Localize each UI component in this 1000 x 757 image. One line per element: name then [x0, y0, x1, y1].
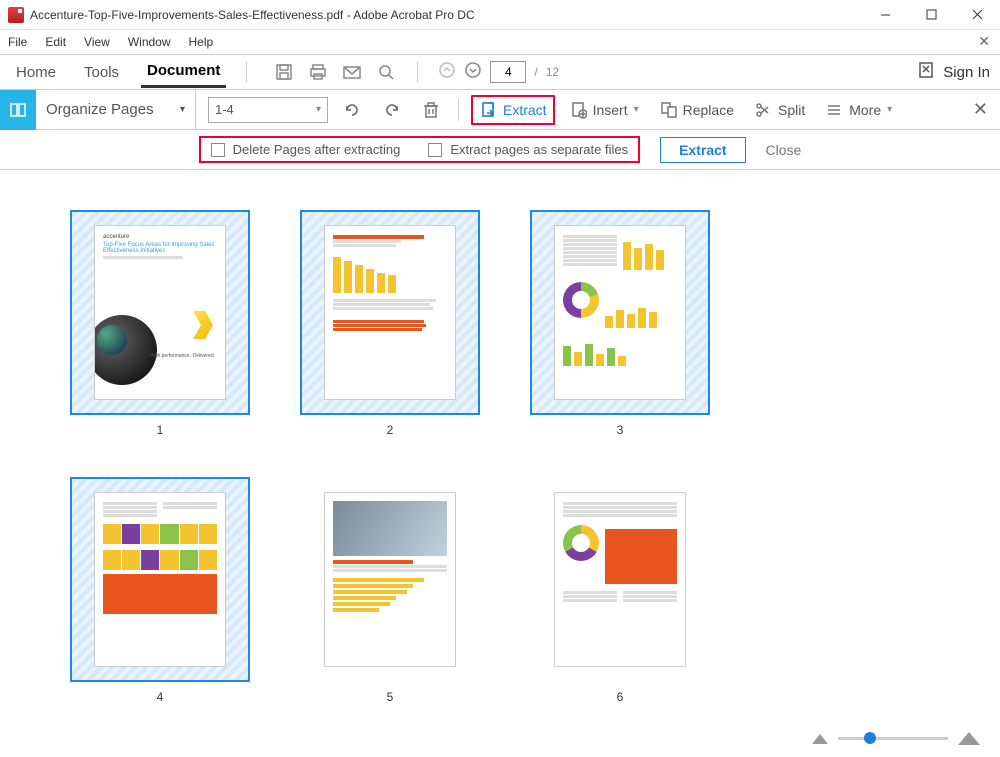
zoom-in-icon[interactable] — [958, 732, 980, 745]
caret-down-icon: ▾ — [180, 104, 185, 115]
extract-options-group: Delete Pages after extracting Extract pa… — [199, 136, 640, 163]
split-label: Split — [778, 102, 805, 118]
page-thumb-4[interactable]: 4 — [70, 477, 250, 704]
more-icon — [825, 101, 843, 119]
organize-toolbar: Organize Pages ▾ 1-4 ▾ Extract Insert ▾ … — [0, 90, 1000, 130]
tab-tools[interactable]: Tools — [78, 58, 125, 87]
divider — [458, 99, 459, 121]
page-navigation: / 12 — [438, 61, 559, 84]
replace-icon — [659, 101, 677, 119]
page-number: 5 — [387, 690, 394, 704]
organize-pages-dropdown[interactable]: Organize Pages ▾ — [36, 90, 196, 130]
caret-down-icon: ▾ — [316, 104, 321, 115]
maximize-button[interactable] — [908, 0, 954, 29]
more-button[interactable]: More ▾ — [819, 97, 898, 123]
separate-files-label: Extract pages as separate files — [450, 142, 628, 157]
page-number: 1 — [157, 423, 164, 437]
window-controls — [862, 0, 1000, 29]
menubar-close-icon[interactable]: ✕ — [978, 33, 990, 50]
insert-button[interactable]: Insert ▾ — [563, 97, 645, 123]
range-value: 1-4 — [215, 102, 234, 117]
delete-after-label: Delete Pages after extracting — [233, 142, 401, 157]
extract-button[interactable]: Extract — [471, 95, 555, 125]
page-number: 6 — [617, 690, 624, 704]
page-thumb-6[interactable]: 6 — [530, 477, 710, 704]
zoom-control — [812, 732, 980, 745]
sign-in-link[interactable]: Sign In — [943, 64, 990, 81]
close-options-link[interactable]: Close — [766, 142, 802, 158]
page-up-icon[interactable] — [438, 61, 456, 84]
page-sep: / — [534, 65, 537, 79]
insert-label: Insert — [593, 102, 628, 118]
page-thumb-2[interactable]: 2 — [300, 210, 480, 437]
signin-icon[interactable] — [917, 61, 935, 83]
divider — [246, 61, 247, 83]
caret-down-icon: ▾ — [634, 104, 639, 115]
delete-after-checkbox[interactable] — [211, 143, 225, 157]
window-title: Accenture-Top-Five-Improvements-Sales-Ef… — [30, 8, 862, 22]
page-number-input[interactable] — [490, 61, 526, 83]
main-toolbar: Home Tools Document / 12 Sign In — [0, 54, 1000, 90]
close-organize-button[interactable]: ✕ — [973, 99, 988, 120]
page-total: 12 — [546, 65, 559, 79]
thumb1-logo: accenture — [103, 234, 217, 240]
page-thumb-1[interactable]: accenture Top-Five Focus Areas for Impro… — [70, 210, 250, 437]
replace-label: Replace — [683, 102, 734, 118]
page-down-icon[interactable] — [464, 61, 482, 84]
sign-in-area: Sign In — [917, 61, 990, 83]
minimize-button[interactable] — [862, 0, 908, 29]
extract-action-button[interactable]: Extract — [660, 137, 745, 163]
page-thumbnails: accenture Top-Five Focus Areas for Impro… — [0, 170, 1000, 730]
replace-button[interactable]: Replace — [653, 97, 740, 123]
page-number: 3 — [617, 423, 624, 437]
extract-icon — [479, 101, 497, 119]
more-label: More — [849, 102, 881, 118]
caret-down-icon: ▾ — [887, 104, 892, 115]
print-icon[interactable] — [307, 61, 329, 83]
save-icon[interactable] — [273, 61, 295, 83]
zoom-slider[interactable] — [838, 737, 948, 740]
menu-bar: File Edit View Window Help ✕ — [0, 30, 1000, 54]
page-thumb-5[interactable]: 5 — [300, 477, 480, 704]
thumb1-title: Top-Five Focus Areas for Improving Sales… — [103, 242, 217, 254]
close-window-button[interactable] — [954, 0, 1000, 29]
app-icon — [8, 7, 24, 23]
rotate-left-button[interactable] — [336, 96, 368, 124]
menu-edit[interactable]: Edit — [45, 35, 66, 49]
tab-document[interactable]: Document — [141, 56, 226, 88]
search-icon[interactable] — [375, 61, 397, 83]
organize-label: Organize Pages — [46, 101, 154, 118]
divider — [417, 61, 418, 83]
page-number: 2 — [387, 423, 394, 437]
email-icon[interactable] — [341, 61, 363, 83]
tab-home[interactable]: Home — [10, 58, 62, 87]
menu-view[interactable]: View — [84, 35, 110, 49]
zoom-out-icon[interactable] — [812, 734, 828, 744]
split-button[interactable]: Split — [748, 97, 811, 123]
page-range-input[interactable]: 1-4 ▾ — [208, 97, 328, 123]
menu-file[interactable]: File — [8, 35, 27, 49]
extract-options-bar: Delete Pages after extracting Extract pa… — [0, 130, 1000, 170]
extract-label: Extract — [503, 102, 547, 118]
organize-panel-icon[interactable] — [0, 90, 36, 130]
separate-files-checkbox[interactable] — [428, 143, 442, 157]
menu-window[interactable]: Window — [128, 35, 171, 49]
thumb1-tag: High performance. Delivered. — [150, 353, 215, 359]
menu-help[interactable]: Help — [189, 35, 214, 49]
page-number: 4 — [157, 690, 164, 704]
delete-button[interactable] — [416, 96, 446, 124]
split-icon — [754, 101, 772, 119]
rotate-right-button[interactable] — [376, 96, 408, 124]
window-titlebar: Accenture-Top-Five-Improvements-Sales-Ef… — [0, 0, 1000, 30]
insert-icon — [569, 101, 587, 119]
page-thumb-3[interactable]: 3 — [530, 210, 710, 437]
